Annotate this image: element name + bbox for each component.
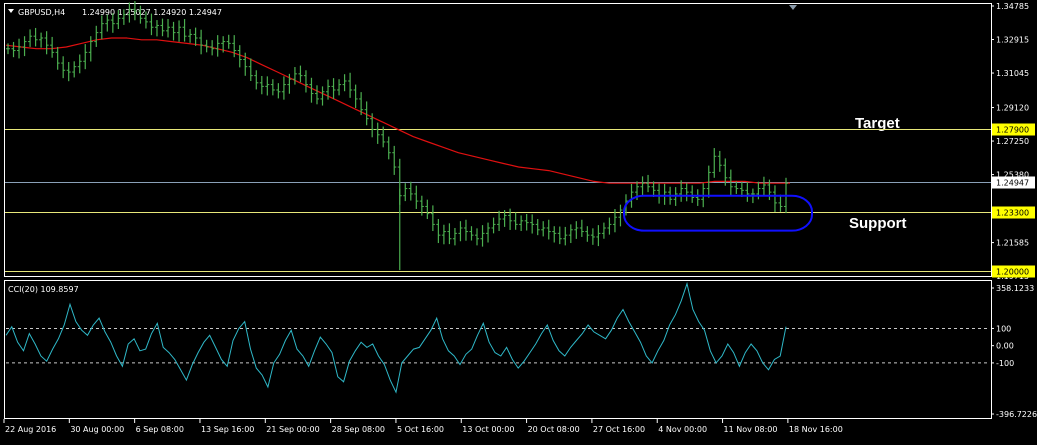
cci-tick-label: -396.7226	[996, 410, 1037, 419]
time-tick-label: 22 Aug 2016	[5, 425, 56, 434]
cci-tick-label: 0.00	[996, 342, 1014, 351]
price-tick-label: 1.31045	[996, 69, 1029, 78]
price-tick-label: 1.34785	[996, 2, 1029, 11]
cci-tick-label: 100	[996, 324, 1011, 333]
time-tick-label: 5 Oct 16:00	[397, 425, 444, 434]
symbol-label: GBPUSD,H4	[18, 8, 65, 17]
time-tick-label: 28 Sep 08:00	[332, 425, 385, 434]
current-price-label: 1.24947	[996, 179, 1029, 188]
time-tick-label: 20 Oct 08:00	[528, 425, 580, 434]
price-tick-label: 1.32915	[996, 36, 1029, 45]
time-tick-label: 13 Oct 00:00	[462, 425, 514, 434]
time-tick-label: 4 Nov 00:00	[658, 425, 707, 434]
support-annotation: Support	[849, 215, 907, 232]
level-price-label: 1.23300	[996, 209, 1029, 218]
cci-tick-label: 358.1233	[996, 284, 1034, 293]
time-tick-label: 27 Oct 16:00	[593, 425, 645, 434]
time-tick-label: 6 Sep 08:00	[136, 425, 184, 434]
price-tick-label: 1.21585	[996, 239, 1029, 248]
time-tick-label: 11 Nov 08:00	[724, 425, 778, 434]
price-tick-label: 1.29120	[996, 104, 1029, 113]
cci-label: CCI(20) 109.8597	[8, 285, 79, 294]
price-axis[interactable]: 1.347851.329151.310451.291201.272501.253…	[991, 2, 1035, 281]
time-tick-label: 18 Nov 16:00	[789, 425, 843, 434]
level-price-label: 1.27900	[996, 126, 1029, 135]
time-tick-label: 21 Sep 00:00	[266, 425, 319, 434]
level-price-label: 1.20000	[996, 268, 1029, 277]
time-tick-label: 30 Aug 00:00	[70, 425, 124, 434]
price-tick-label: 1.27250	[996, 137, 1029, 146]
cci-tick-label: -100	[996, 359, 1014, 368]
time-tick-label: 13 Sep 16:00	[201, 425, 254, 434]
trading-chart-window[interactable]: GBPUSD,H4 1.24990 1.25027 1.24920 1.2494…	[0, 0, 1037, 441]
chart-canvas[interactable]: GBPUSD,H4 1.24990 1.25027 1.24920 1.2494…	[0, 0, 1037, 441]
